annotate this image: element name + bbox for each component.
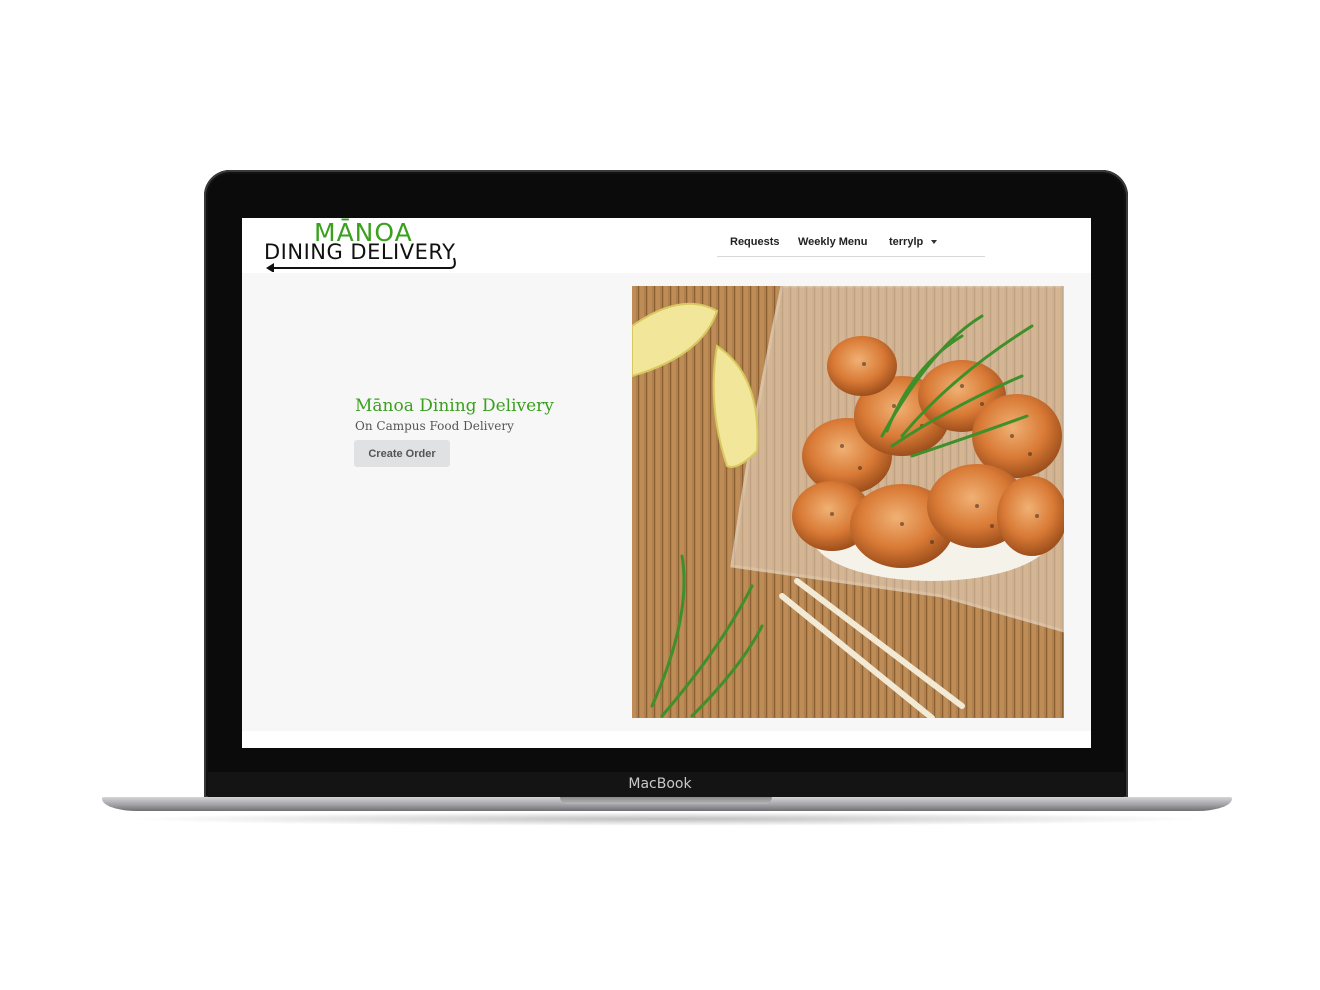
device-brand-label: MacBook — [628, 776, 692, 792]
shrimp-dish-illustration — [632, 286, 1064, 718]
nav-menu: Requests Weekly Menu terrylp — [717, 230, 985, 257]
user-menu-dropdown[interactable]: terrylp — [889, 236, 923, 248]
top-navbar: MĀNOA DINING DELIVERY Requests Weekly Me… — [242, 218, 1091, 273]
nav-item-weekly-menu[interactable]: Weekly Menu — [798, 236, 868, 248]
hero-section: Mānoa Dining Delivery On Campus Food Del… — [242, 273, 1091, 731]
laptop-hinge-notch — [560, 797, 772, 804]
browser-screen: MĀNOA DINING DELIVERY Requests Weekly Me… — [242, 218, 1091, 748]
create-order-button[interactable]: Create Order — [354, 440, 450, 467]
chevron-down-icon — [931, 240, 937, 244]
laptop-shadow — [124, 812, 1210, 826]
hero-subtitle: On Campus Food Delivery — [355, 419, 514, 433]
site-logo[interactable]: MĀNOA DINING DELIVERY — [264, 218, 464, 272]
hero-food-image — [632, 286, 1064, 718]
nav-item-requests[interactable]: Requests — [730, 236, 780, 248]
logo-arrow-icon — [266, 257, 456, 272]
hero-title: Mānoa Dining Delivery — [355, 396, 554, 416]
